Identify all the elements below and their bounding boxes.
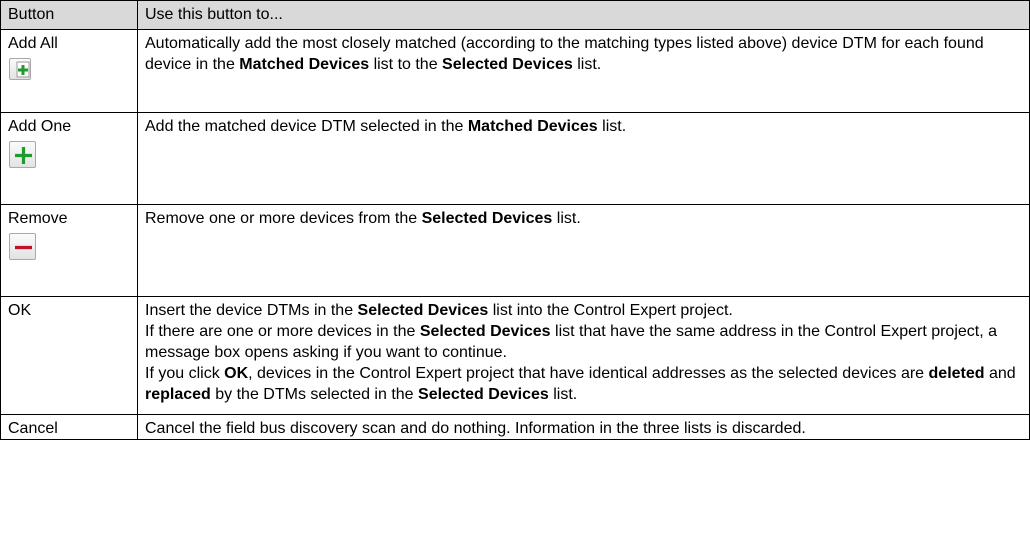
- button-name: Cancel: [8, 420, 58, 437]
- description-cell: Cancel the field bus discovery scan and …: [137, 414, 1030, 440]
- description-text: and: [984, 365, 1016, 382]
- button-name: Add All: [8, 35, 58, 52]
- add-one-icon: [9, 141, 36, 168]
- description-cell: Insert the device DTMs in the Selected D…: [137, 296, 1030, 415]
- bold-term: Selected Devices: [357, 302, 489, 319]
- description-text: If there are one or more devices in the: [145, 323, 420, 340]
- description-cell: Add the matched device DTM selected in t…: [137, 112, 1030, 205]
- bold-term: OK: [224, 365, 249, 382]
- bold-term: Selected Devices: [442, 56, 573, 73]
- table-row: Cancel Cancel the field bus discovery sc…: [0, 414, 1030, 440]
- table-row: Add One Add the matched device DTM selec…: [0, 112, 1030, 205]
- button-cell: Add All: [0, 29, 138, 113]
- bold-term: Selected Devices: [419, 323, 551, 340]
- description-text: list.: [548, 386, 578, 403]
- table-header-row: Button Use this button to...: [0, 0, 1030, 30]
- header-use: Use this button to...: [137, 0, 1030, 30]
- remove-icon: [9, 233, 36, 260]
- description-cell: Automatically add the most closely match…: [137, 29, 1030, 113]
- table-row: OK Insert the device DTMs in the Selecte…: [0, 296, 1030, 415]
- button-cell: Cancel: [0, 414, 138, 440]
- button-cell: Remove: [0, 204, 138, 297]
- description-text: list into the Control Expert project.: [488, 302, 733, 319]
- table-row: Add All Automatically add the most close…: [0, 29, 1030, 113]
- bold-term: replaced: [145, 386, 211, 403]
- description-text: Remove one or more devices from the: [145, 210, 422, 227]
- button-name: Remove: [8, 210, 68, 227]
- description-text: list.: [552, 210, 581, 227]
- button-cell: Add One: [0, 112, 138, 205]
- bold-term: deleted: [928, 365, 985, 382]
- bold-term: Selected Devices: [421, 210, 553, 227]
- description-text: Insert the device DTMs in the: [145, 302, 358, 319]
- table-row: Remove Remove one or more devices from t…: [0, 204, 1030, 297]
- button-name: OK: [8, 302, 32, 319]
- bold-term: Matched Devices: [467, 118, 598, 135]
- description-text: list.: [597, 118, 627, 135]
- description-text: Add the matched device DTM selected in t…: [145, 118, 468, 135]
- header-button: Button: [0, 0, 138, 30]
- bold-term: Selected Devices: [418, 386, 549, 403]
- description-text: , devices in the Control Expert project …: [248, 365, 929, 382]
- description-cell: Remove one or more devices from the Sele…: [137, 204, 1030, 297]
- button-cell: OK: [0, 296, 138, 415]
- add-all-icon: [9, 58, 31, 80]
- button-name: Add One: [8, 118, 72, 135]
- description-text: list to the: [369, 56, 443, 73]
- description-text: by the DTMs selected in the: [210, 386, 419, 403]
- description-text: list.: [572, 56, 602, 73]
- button-table: Button Use this button to... Add All Aut…: [0, 0, 1030, 440]
- description-text: If you click: [145, 365, 225, 382]
- bold-term: Matched Devices: [239, 56, 370, 73]
- description-text: Automatically add the most closely match…: [145, 35, 788, 52]
- description-text: Cancel the field bus discovery scan and …: [145, 420, 806, 437]
